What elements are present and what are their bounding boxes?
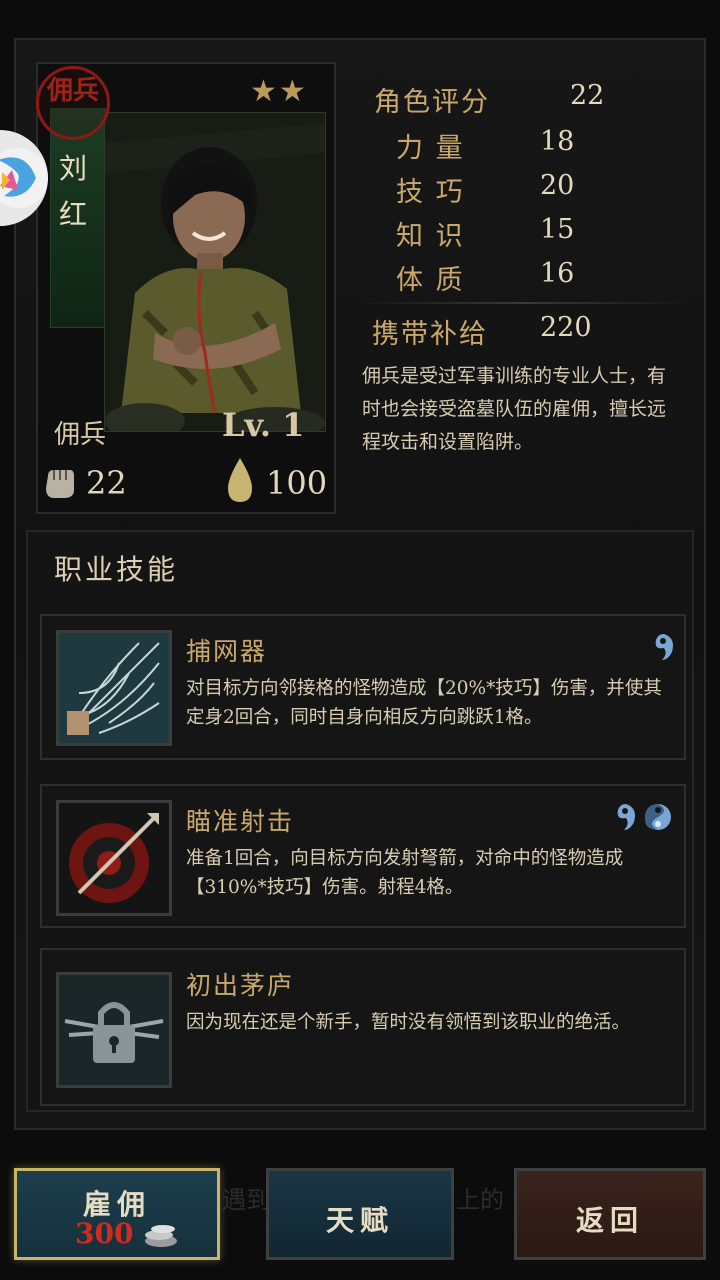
hero-name-char: 红 [58,198,87,231]
stat-value: 220 [540,312,592,343]
hero-name-char: 刘 [58,152,87,185]
locked-icon [56,972,172,1088]
talent-button[interactable]: 天赋 [266,1168,454,1260]
background-text: 上的 [456,1186,504,1214]
stat-label: 力 量 [396,133,465,164]
level-label: Lv. 1 [222,406,305,444]
stat-strength: 力 量 18 [360,126,690,166]
hp-value: 100 [266,464,328,502]
skill-card[interactable]: 瞄准射击 准备1回合，向目标方向发射弩箭，对命中的怪物造成【310%*技巧】伤害… [40,784,686,928]
skill-name: 瞄准射击 [186,807,295,836]
skill-description: 准备1回合，向目标方向发射弩箭，对命中的怪物造成【310%*技巧】伤害。射程4格… [186,848,624,898]
skill-name: 初出茅庐 [186,971,295,1000]
stat-value: 20 [540,170,575,201]
skill-card[interactable]: 捕网器 对目标方向邻接格的怪物造成【20%*技巧】伤害，并使其定身2回合，同时自… [40,614,686,760]
star-rating: ★★ [250,74,308,109]
coin-icon [145,1225,177,1247]
back-button-label: 返回 [575,1204,644,1237]
hire-cost: 300 [75,1217,134,1250]
skill-card[interactable]: 初出茅庐 因为现在还是个新手，暂时没有领悟到该职业的绝活。 [40,948,686,1106]
hire-button[interactable]: 雇佣 300 [14,1168,220,1260]
hero-portrait [104,112,326,432]
skill-description: 因为现在还是个新手，暂时没有领悟到该职业的绝活。 [186,1012,631,1033]
fist-icon [46,470,74,498]
stat-value: 18 [540,126,575,157]
background-text: 遇到 [222,1186,270,1214]
skill-cost-orb-icon [655,634,673,660]
stat-value: 22 [570,80,605,111]
skill-cost-orb-icon [644,804,671,830]
stat-label: 体 质 [396,265,465,296]
stat-constitution: 体 质 16 [360,258,690,298]
stat-value: 16 [540,258,575,289]
blood-drop-icon [228,458,252,502]
class-description: 佣兵是受过军事训练的专业人士，有时也会接受盗墓队伍的雇佣，擅长远程攻击和设置陷阱… [362,365,667,453]
crossbow-icon [56,800,172,916]
net-icon [56,630,172,746]
stat-label: 角色评分 [374,87,490,118]
back-button[interactable]: 返回 [514,1168,706,1260]
skill-description: 对目标方向邻接格的怪物造成【20%*技巧】伤害，并使其定身2回合，同时自身向相反… [186,678,662,728]
skill-name: 捕网器 [186,637,268,666]
class-seal: 佣兵 [36,66,110,140]
stat-knowledge: 知 识 15 [360,214,690,254]
stat-label: 技 巧 [396,177,465,208]
stat-label: 携带补给 [372,319,488,350]
stats-divider [360,302,690,304]
talent-button-label: 天赋 [325,1204,394,1237]
skills-title: 职业技能 [54,553,179,586]
hero-name: 刘 红 [56,146,90,238]
stat-rating: 角色评分 22 [360,80,690,120]
stat-label: 知 识 [396,221,465,252]
class-label: 佣兵 [54,420,107,450]
stat-value: 15 [540,214,575,245]
stat-supply: 携带补给 220 [360,312,690,352]
skill-cost-orb-icon [617,804,635,830]
power-value: 22 [86,464,127,502]
stat-skill: 技 巧 20 [360,170,690,210]
